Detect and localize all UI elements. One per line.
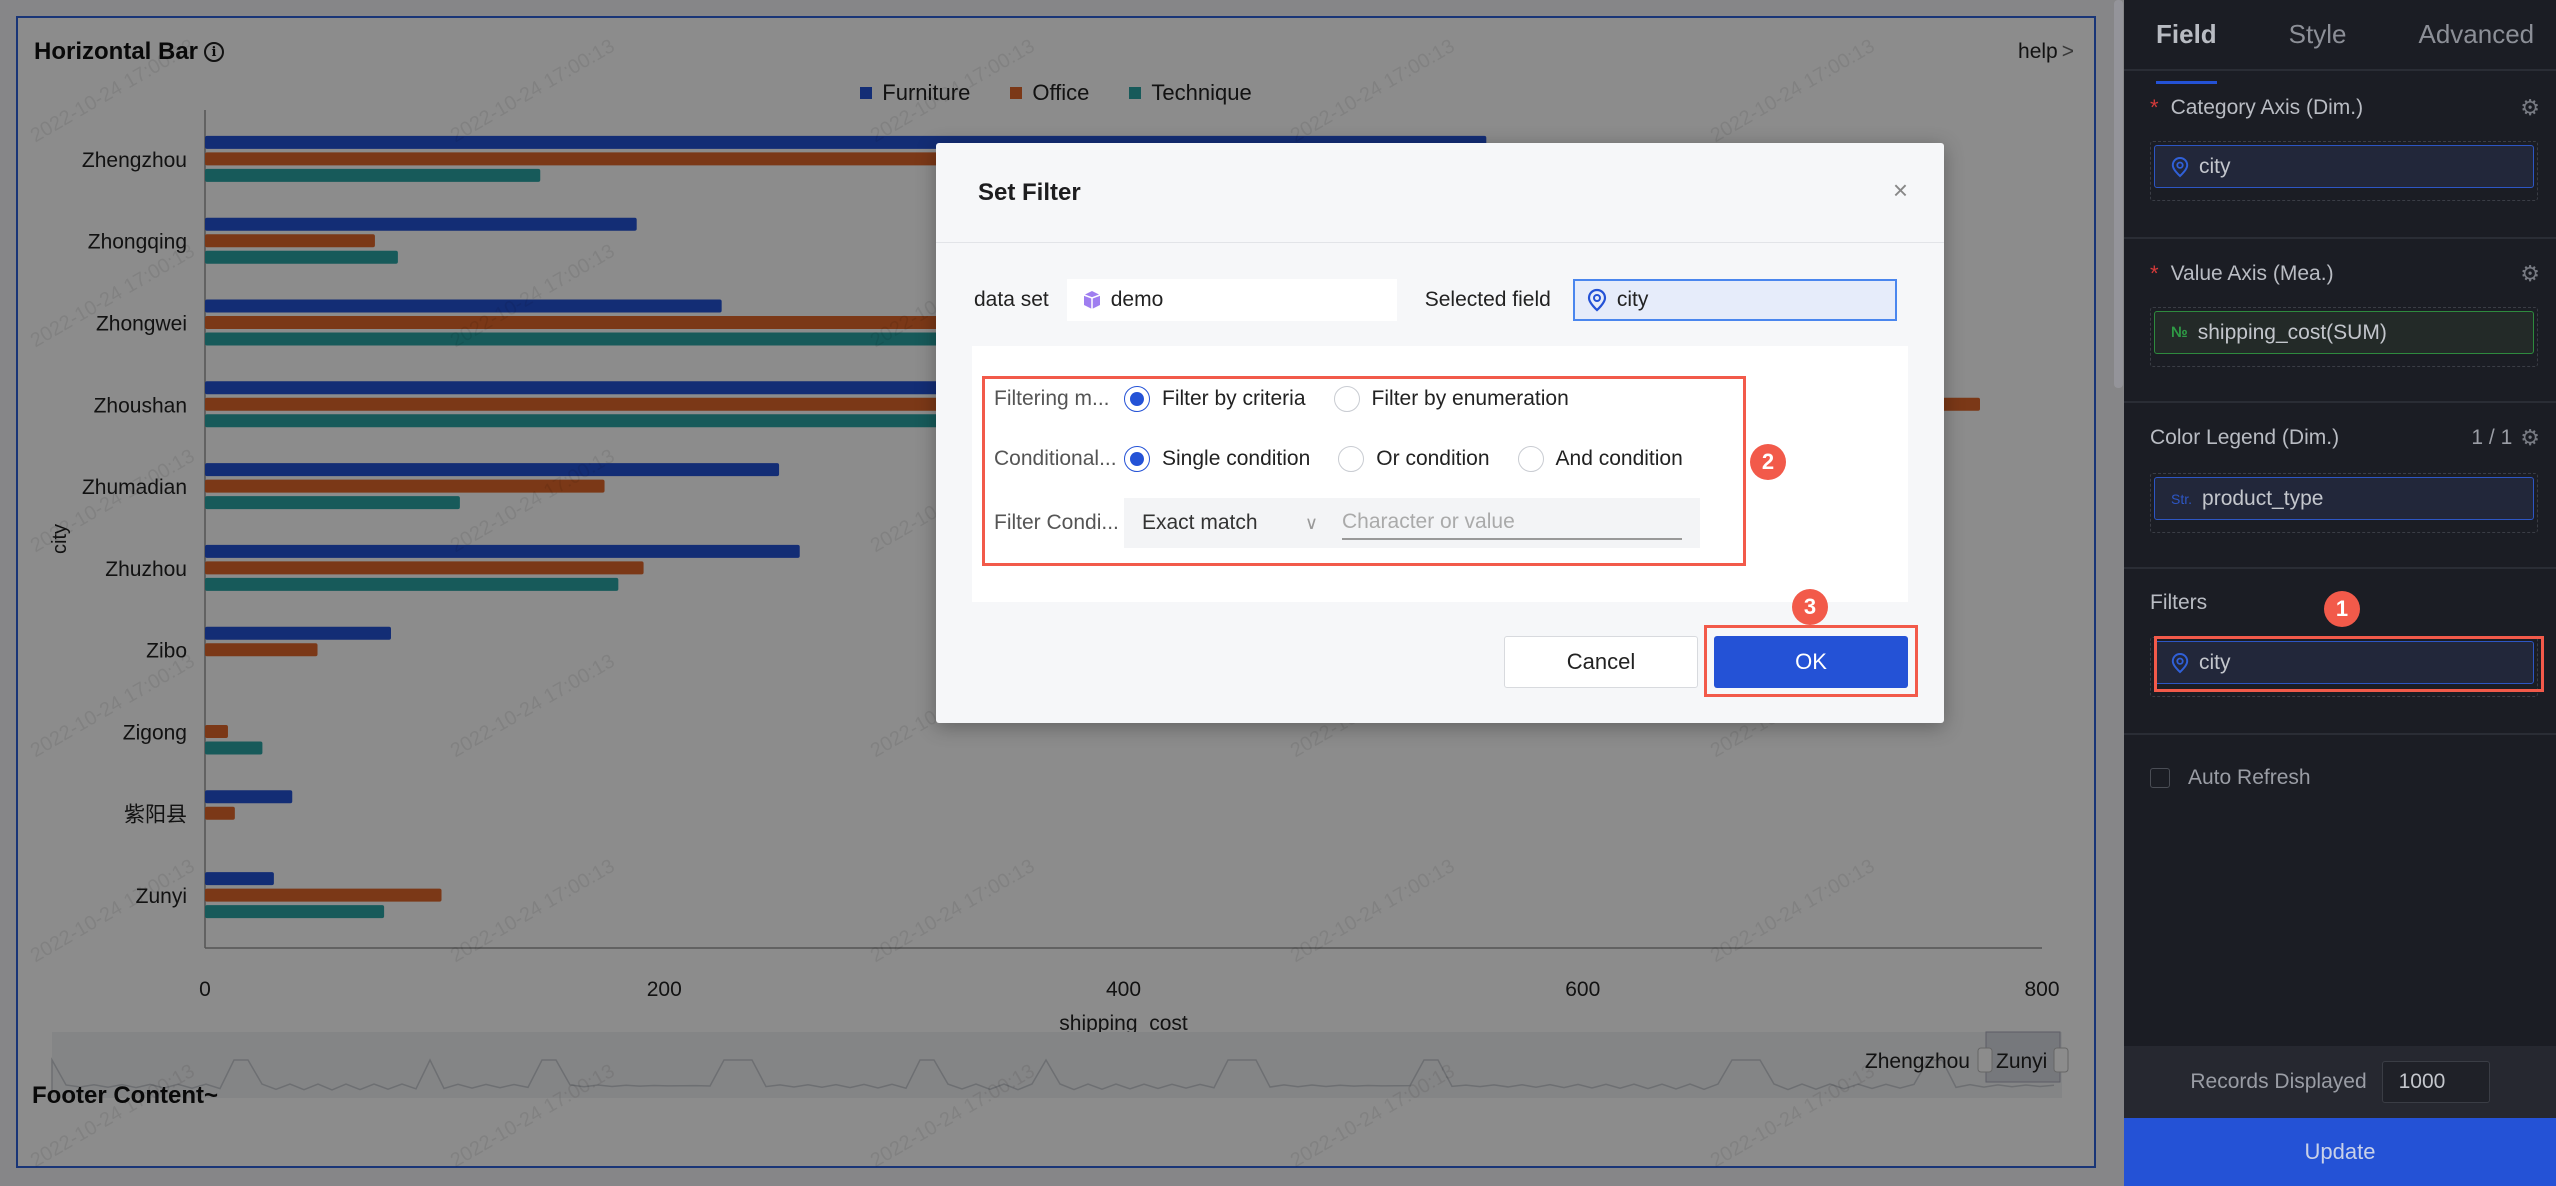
close-icon[interactable]: × (1893, 177, 1908, 203)
category-axis-field-pill[interactable]: city (2154, 145, 2534, 188)
number-type-icon: № (2171, 324, 2188, 341)
color-legend-field-pill[interactable]: Str. product_type (2154, 477, 2534, 520)
tab-field[interactable]: Field (2156, 19, 2217, 84)
filtering-mode-label: Filtering m... (994, 387, 1110, 410)
match-type-select[interactable]: Exact match ∨ (1124, 511, 1334, 535)
radio-and-condition[interactable]: And condition (1517, 446, 1683, 472)
annotation-badge-3: 3 (1792, 589, 1828, 625)
match-type-value: Exact match (1142, 511, 1258, 534)
radio-label: And condition (1555, 447, 1683, 470)
annotation-badge-1: 1 (2324, 591, 2360, 627)
tab-style[interactable]: Style (2289, 19, 2347, 50)
panel-tabs: Field Style Advanced (2124, 0, 2556, 84)
color-legend-header: Color Legend (Dim.) 1 / 1 ⚙ (2150, 425, 2540, 451)
value-axis-field-pill[interactable]: № shipping_cost(SUM) (2154, 311, 2534, 354)
filters-label: Filters (2150, 591, 2208, 614)
selected-field-label: Selected field (1424, 288, 1551, 311)
value-axis-label: Value Axis (Mea.) (2170, 262, 2334, 285)
radio-unchecked-icon (1517, 446, 1544, 472)
category-axis-section: * Category Axis (Dim.) ⚙ city (2124, 73, 2556, 239)
cube-icon (1083, 291, 1100, 309)
annotation-badge-2: 2 (1750, 444, 1786, 480)
field-name: shipping_cost(SUM) (2197, 320, 2387, 344)
condition-value-input[interactable] (1342, 506, 1682, 540)
field-name: city (2199, 154, 2231, 178)
radio-filter-by-criteria[interactable]: Filter by criteria (1124, 386, 1306, 412)
radio-filter-by-enumeration[interactable]: Filter by enumeration (1333, 386, 1569, 412)
value-axis-dropzone[interactable]: № shipping_cost(SUM) (2150, 307, 2538, 367)
dataset-value: demo (1110, 288, 1164, 311)
records-displayed-bar: Records Displayed (2124, 1046, 2556, 1118)
location-pin-icon (1587, 288, 1606, 312)
ok-button[interactable]: OK (1714, 636, 1908, 688)
auto-refresh-checkbox[interactable] (2150, 768, 2170, 788)
radio-checked-icon (1124, 446, 1150, 472)
radio-single-condition[interactable]: Single condition (1124, 446, 1310, 472)
category-axis-header: * Category Axis (Dim.) ⚙ (2150, 95, 2540, 121)
update-button[interactable]: Update (2124, 1118, 2556, 1186)
category-axis-label: Category Axis (Dim.) (2170, 96, 2364, 119)
category-axis-dropzone[interactable]: city (2150, 141, 2538, 201)
annotation-highlight-1 (2154, 636, 2544, 692)
records-displayed-input[interactable] (2381, 1061, 2490, 1103)
conditional-row: Conditional... Single condition Or condi… (994, 446, 1711, 472)
tab-advanced[interactable]: Advanced (2418, 19, 2534, 50)
field-name: product_type (2202, 486, 2324, 510)
dialog-header: Set Filter × (936, 143, 1944, 243)
dataset-label: data set (974, 288, 1049, 311)
auto-refresh-toggle[interactable]: Auto Refresh (2150, 766, 2311, 790)
dataset-field: demo (1066, 279, 1397, 321)
gear-icon[interactable]: ⚙ (2520, 261, 2540, 287)
radio-label: Single condition (1162, 447, 1311, 470)
radio-label: Or condition (1376, 447, 1490, 470)
chevron-down-icon: ∨ (1304, 512, 1318, 533)
color-legend-dropzone[interactable]: Str. product_type (2150, 473, 2538, 533)
selected-field-input[interactable]: city (1572, 279, 1897, 321)
config-panel: Field Style Advanced * Category Axis (Di… (2124, 0, 2556, 1186)
value-axis-header: * Value Axis (Mea.) ⚙ (2150, 261, 2540, 287)
string-type-icon: Str. (2171, 490, 2193, 507)
radio-label: Filter by criteria (1162, 387, 1306, 410)
color-legend-count: 1 / 1 (2471, 426, 2513, 449)
records-displayed-label: Records Displayed (2190, 1070, 2367, 1093)
dataset-row: data set demo Selected field city (974, 279, 1906, 321)
radio-unchecked-icon (1333, 386, 1360, 412)
dialog-title: Set Filter (978, 178, 1081, 206)
radio-label: Filter by enumeration (1371, 387, 1569, 410)
canvas-scrollbar[interactable] (2114, 0, 2123, 388)
conditional-label: Conditional... (994, 447, 1117, 470)
radio-or-condition[interactable]: Or condition (1338, 446, 1490, 472)
required-marker: * (2150, 95, 2159, 120)
set-filter-dialog: Set Filter × data set demo Selected fiel… (936, 143, 1944, 723)
cancel-button[interactable]: Cancel (1504, 636, 1698, 688)
filter-condition-label: Filter Condi... (994, 511, 1119, 534)
radio-checked-icon (1124, 386, 1150, 412)
gear-icon[interactable]: ⚙ (2520, 95, 2540, 121)
filter-settings-body: Filtering m... Filter by criteria Filter… (972, 346, 1908, 602)
selected-field-value: city (1616, 288, 1649, 311)
color-legend-label: Color Legend (Dim.) (2150, 426, 2340, 449)
filter-condition-row: Filter Condi... Exact match ∨ (994, 498, 1700, 548)
required-marker: * (2150, 261, 2159, 286)
value-axis-section: * Value Axis (Mea.) ⚙ № shipping_cost(SU… (2124, 239, 2556, 403)
filter-condition-box: Exact match ∨ (1124, 498, 1700, 548)
location-pin-icon (2171, 156, 2189, 177)
auto-refresh-label: Auto Refresh (2188, 766, 2311, 789)
gear-icon[interactable]: ⚙ (2520, 425, 2540, 451)
color-legend-section: Color Legend (Dim.) 1 / 1 ⚙ Str. product… (2124, 403, 2556, 569)
filtering-mode-row: Filtering m... Filter by criteria Filter… (994, 386, 1597, 412)
radio-unchecked-icon (1338, 446, 1365, 472)
